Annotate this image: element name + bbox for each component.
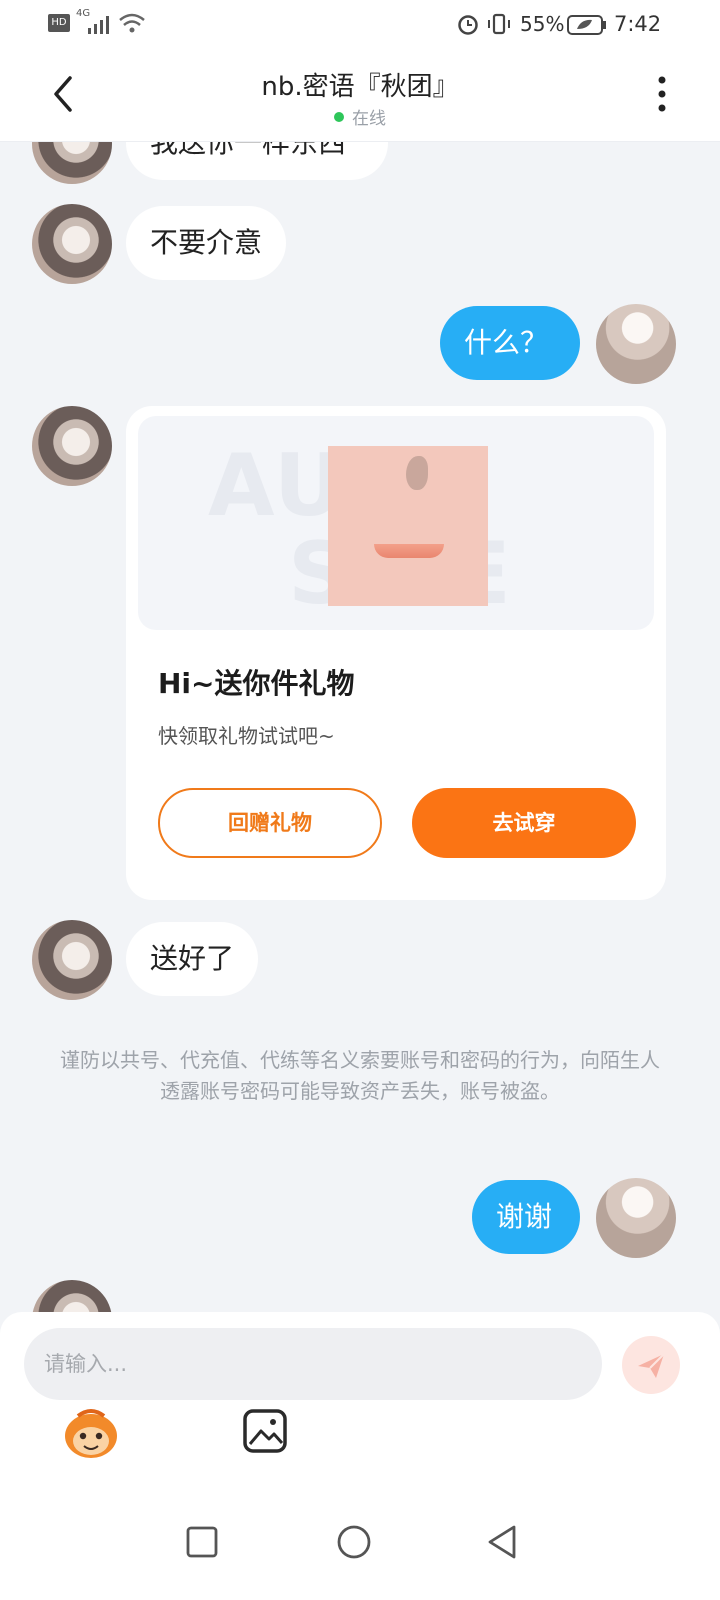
online-status: 在线 — [0, 104, 720, 129]
message-bubble-incoming[interactable]: 送好了 — [126, 922, 259, 996]
message-input-bar: 请输入... — [0, 1312, 720, 1512]
emoji-button[interactable] — [60, 1408, 122, 1460]
nose-shape — [406, 456, 428, 490]
my-avatar[interactable] — [596, 1178, 676, 1258]
online-dot-icon — [334, 112, 344, 122]
battery-percent: 55% — [520, 12, 565, 36]
online-label: 在线 — [352, 109, 386, 129]
signal-icon — [88, 16, 109, 34]
recent-apps-button[interactable] — [186, 1526, 218, 1558]
wifi-icon — [119, 13, 145, 33]
contact-avatar[interactable] — [32, 920, 112, 1000]
chat-messages[interactable]: 我送你一样东西 不要介意 什么？ AU R S RE Hi~送你件礼物 快领取礼… — [0, 142, 720, 1312]
message-bubble-outgoing[interactable]: 什么？ — [440, 306, 580, 380]
clock: 7:42 — [614, 12, 662, 36]
send-icon — [638, 1353, 665, 1378]
message-bubble-incoming[interactable]: 不要介意 — [126, 206, 287, 280]
status-bar: HD 4G 55% 7:42 — [0, 0, 720, 50]
gift-subtitle: 快领取礼物试试吧~ — [158, 724, 335, 748]
my-avatar[interactable] — [596, 304, 676, 384]
gift-title: Hi~送你件礼物 — [158, 667, 355, 700]
contact-avatar[interactable] — [32, 406, 112, 486]
image-picker-button[interactable] — [242, 1408, 288, 1454]
send-button[interactable] — [622, 1336, 680, 1394]
message-bubble-incoming[interactable]: 我送你一样东西 — [126, 142, 388, 180]
message-bubble-outgoing[interactable]: 谢谢 — [472, 1180, 580, 1254]
vibrate-icon — [488, 13, 510, 35]
more-options-icon[interactable] — [652, 74, 672, 114]
contact-avatar[interactable] — [32, 204, 112, 284]
chat-header: nb.密语『秋团』 在线 — [0, 50, 720, 142]
back-button[interactable] — [484, 1524, 520, 1560]
alarm-icon — [458, 15, 478, 35]
chat-title: nb.密语『秋团』 — [261, 72, 459, 102]
hd-icon: HD — [48, 14, 70, 32]
system-nav-bar — [0, 1512, 720, 1600]
contact-avatar[interactable] — [32, 1280, 112, 1312]
gift-card[interactable]: AU R S RE Hi~送你件礼物 快领取礼物试试吧~ 回赠礼物 去试穿 — [126, 406, 666, 900]
gift-face-preview — [328, 446, 488, 606]
try-on-button[interactable]: 去试穿 — [412, 788, 636, 858]
message-input[interactable]: 请输入... — [24, 1328, 602, 1400]
lips-shape — [374, 544, 444, 558]
return-gift-button[interactable]: 回赠礼物 — [158, 788, 382, 858]
contact-avatar[interactable] — [32, 142, 112, 184]
home-button[interactable] — [336, 1524, 372, 1560]
battery-icon — [567, 15, 606, 35]
security-notice: 谨防以共号、代充值、代练等名义索要账号和密码的行为，向陌生人透露账号密码可能导致… — [60, 1048, 660, 1103]
gift-image: AU R S RE — [138, 416, 654, 630]
